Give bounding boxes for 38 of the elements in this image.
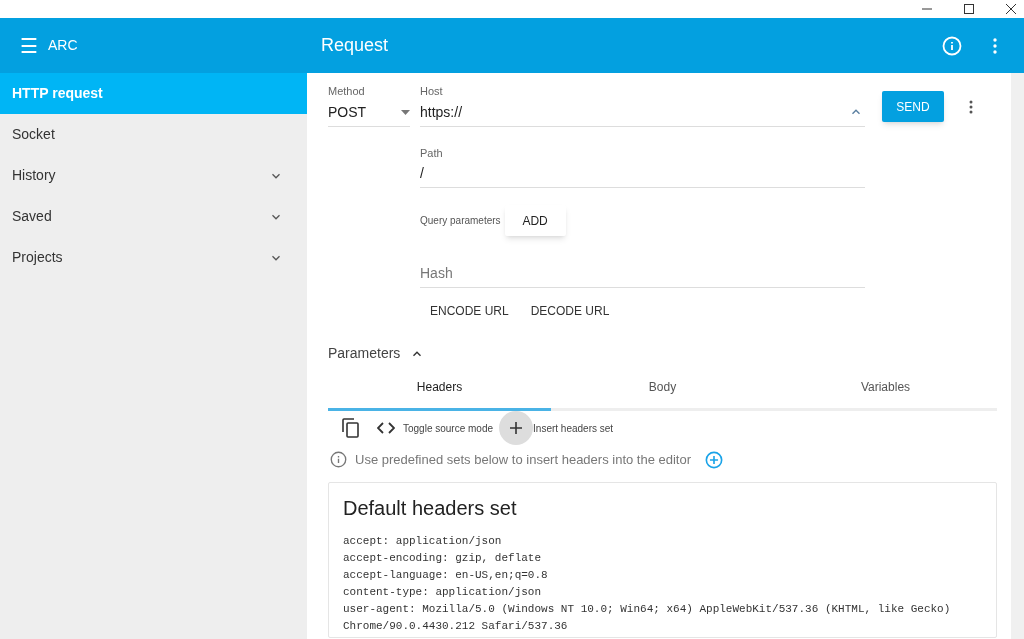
plus-icon	[510, 422, 523, 434]
url-button[interactable]: ENCODE URL	[420, 300, 519, 322]
hash-field[interactable]: Hash	[420, 263, 865, 288]
card-title: Default headers set	[343, 495, 518, 521]
add-button[interactable]: ADD	[504, 205, 566, 236]
sidebar-item[interactable]: Saved	[0, 196, 307, 237]
page-title: Request	[320, 34, 390, 57]
method-dropdown[interactable]: Method POST	[328, 83, 410, 127]
sidebar-item[interactable]: Projects	[0, 237, 307, 278]
copy-icon[interactable]	[342, 418, 360, 438]
host-field[interactable]: Host https://	[420, 83, 865, 127]
add-circle-icon[interactable]	[705, 450, 724, 469]
dropdown-icon	[401, 109, 410, 115]
header-line: accept-language: en-US,en;q=0.8	[343, 567, 549, 583]
url-button[interactable]: DECODE URL	[520, 300, 620, 322]
header-line: accept: application/json	[343, 533, 503, 549]
insert-headers-button[interactable]: Insert headers set	[499, 411, 614, 445]
header-line: accept-encoding: gzip, deflate	[343, 550, 543, 566]
close-icon[interactable]	[1006, 4, 1016, 14]
hint-text: Use predefined sets below to insert headers into the editor	[355, 451, 692, 469]
parameters-label: Parameters	[328, 344, 401, 363]
tab[interactable]: Body	[551, 378, 774, 411]
header-line: user-agent: Mozilla/5.0 (Windows NT 10.0; Win64; x64) AppleWebKit/537.36 (KHTML, like Gecko) Chrome/90.0.4430.212 Safari/537.36	[343, 601, 952, 634]
tab[interactable]: Headers	[328, 378, 551, 411]
info-icon[interactable]	[942, 35, 962, 56]
query-parameters-label: Query parameters	[420, 214, 501, 228]
headers-set-card[interactable]	[328, 481, 997, 638]
sidebar-item[interactable]: Socket	[0, 114, 307, 155]
toggle-source-button[interactable]: Toggle source mode	[377, 420, 494, 436]
tab[interactable]: Variables	[774, 378, 997, 411]
path-field[interactable]: Path /	[420, 144, 865, 188]
sidebar-item[interactable]: History	[0, 155, 307, 196]
more-icon[interactable]	[969, 100, 973, 114]
app-name: ARC	[48, 36, 78, 55]
header-line: content-type: application/json	[343, 584, 543, 600]
maximize-icon[interactable]	[964, 4, 974, 14]
info-icon	[330, 451, 347, 469]
code-icon	[377, 422, 395, 434]
